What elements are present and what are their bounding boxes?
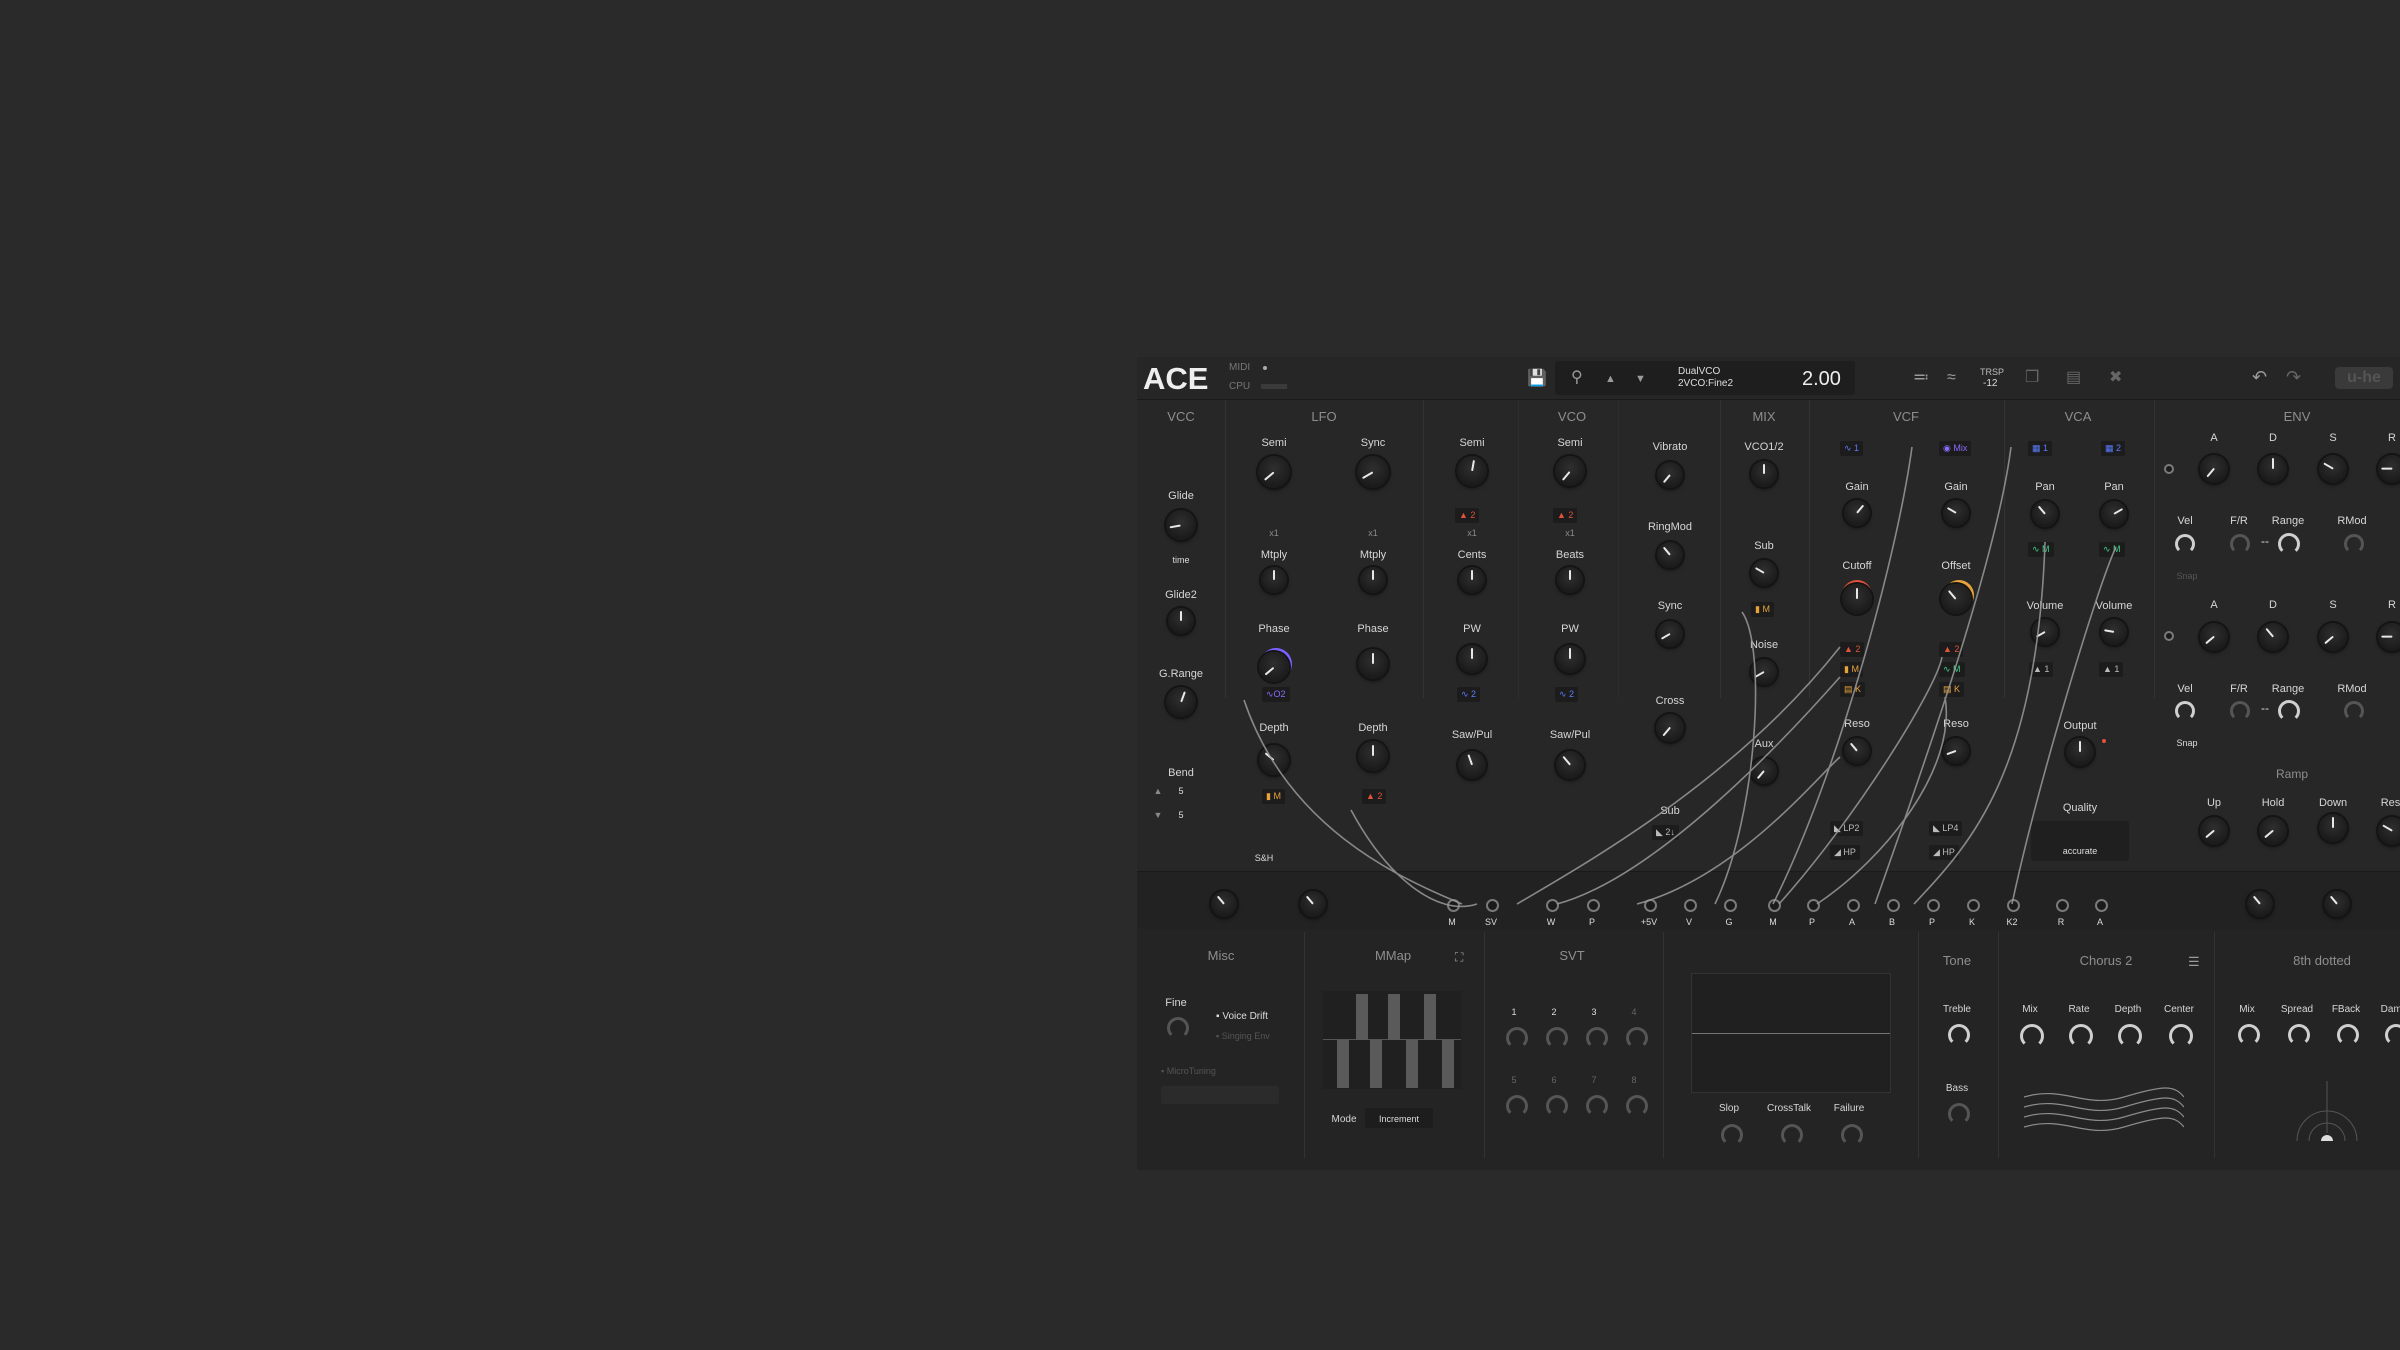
chorus-depth-label: Depth: [2114, 1004, 2142, 1015]
svt-knob[interactable]: [1626, 1095, 1648, 1117]
mmap-display: [1323, 991, 1461, 1089]
section-chorus: Chorus 2: [2079, 953, 2133, 968]
section-svt: SVT: [1559, 948, 1585, 963]
chorus-mix-label: Mix: [2022, 1004, 2038, 1015]
svt-number: 7: [1591, 1075, 1597, 1085]
svt-knob[interactable]: [1546, 1027, 1568, 1049]
svt-failure-label: Failure: [1833, 1103, 1865, 1114]
delay-fback-label: FBack: [2331, 1004, 2361, 1015]
svt-number: 2: [1551, 1007, 1557, 1017]
delay-spread-knob[interactable]: [2288, 1024, 2310, 1046]
mmap-expand-icon[interactable]: ⛶: [1455, 949, 1463, 965]
section-misc: Misc: [1207, 948, 1235, 963]
svt-knob[interactable]: [1506, 1095, 1528, 1117]
divider: [1998, 932, 1999, 1158]
svt-number: 5: [1511, 1075, 1517, 1085]
svt-slop-label: Slop: [1718, 1103, 1740, 1114]
tone-treble-label: Treble: [1943, 1004, 1971, 1015]
chorus-mix-knob[interactable]: [2020, 1024, 2044, 1048]
svt-knob[interactable]: [1586, 1027, 1608, 1049]
delay-mix-label: Mix: [2239, 1004, 2255, 1015]
chorus-rate-label: Rate: [2068, 1004, 2090, 1015]
plugin-window: ACE MIDI CPU 💾 ⚲ ▲ ▼ DualVCO 2VCO:Fine2 …: [1137, 357, 2400, 1170]
mmap-mode-label: Mode: [1331, 1114, 1357, 1125]
chorus-wave-display: [2024, 1087, 2184, 1132]
svt-number: 3: [1591, 1007, 1597, 1017]
svt-crosstalk-knob[interactable]: [1781, 1124, 1803, 1146]
tone-bass-knob[interactable]: [1948, 1103, 1970, 1125]
misc-voice-drift[interactable]: ▪ Voice Drift: [1216, 1011, 1268, 1022]
misc-microtuning[interactable]: ▪ MicroTuning: [1161, 1066, 1216, 1076]
chorus-depth-knob[interactable]: [2118, 1024, 2142, 1048]
chorus-menu-icon[interactable]: ☰: [2188, 954, 2200, 970]
svt-knob[interactable]: [1546, 1095, 1568, 1117]
misc-singing-env[interactable]: ▪ Singing Env: [1216, 1031, 1270, 1041]
misc-fine-knob[interactable]: [1167, 1017, 1189, 1039]
svt-failure-knob[interactable]: [1841, 1124, 1863, 1146]
svt-crosstalk-label: CrossTalk: [1767, 1103, 1811, 1114]
delay-spread-label: Spread: [2280, 1004, 2314, 1015]
mmap-mode-value[interactable]: Increment: [1379, 1114, 1419, 1124]
section-tone: Tone: [1942, 953, 1972, 968]
svt-number: 1: [1511, 1007, 1517, 1017]
delay-mix-knob[interactable]: [2238, 1024, 2260, 1046]
svt-slop-knob[interactable]: [1721, 1124, 1743, 1146]
svt-number: 6: [1551, 1075, 1557, 1085]
svt-knob[interactable]: [1586, 1095, 1608, 1117]
svt-display: [1691, 973, 1891, 1093]
section-mmap: MMap: [1374, 948, 1412, 963]
section-delay: 8th dotted: [2293, 953, 2351, 968]
delay-fback-knob[interactable]: [2337, 1024, 2359, 1046]
misc-microtuning-field[interactable]: [1161, 1086, 1279, 1104]
divider: [1304, 932, 1305, 1158]
chorus-rate-knob[interactable]: [2069, 1024, 2093, 1048]
divider: [1918, 932, 1919, 1158]
chorus-center-knob[interactable]: [2169, 1024, 2193, 1048]
svt-knob[interactable]: [1506, 1027, 1528, 1049]
delay-display: [2296, 1081, 2358, 1142]
delay-damp-label: Damp: [2380, 1004, 2400, 1015]
divider: [1663, 932, 1664, 1158]
svt-number: 4: [1631, 1007, 1637, 1017]
divider: [1484, 932, 1485, 1158]
tone-bass-label: Bass: [1945, 1083, 1969, 1094]
svt-number: 8: [1631, 1075, 1637, 1085]
delay-damp-knob[interactable]: [2385, 1024, 2400, 1046]
divider: [2214, 932, 2215, 1158]
chorus-center-label: Center: [2163, 1004, 2195, 1015]
tone-treble-knob[interactable]: [1948, 1024, 1970, 1046]
svt-knob[interactable]: [1626, 1027, 1648, 1049]
misc-fine-label: Fine: [1165, 997, 1187, 1009]
